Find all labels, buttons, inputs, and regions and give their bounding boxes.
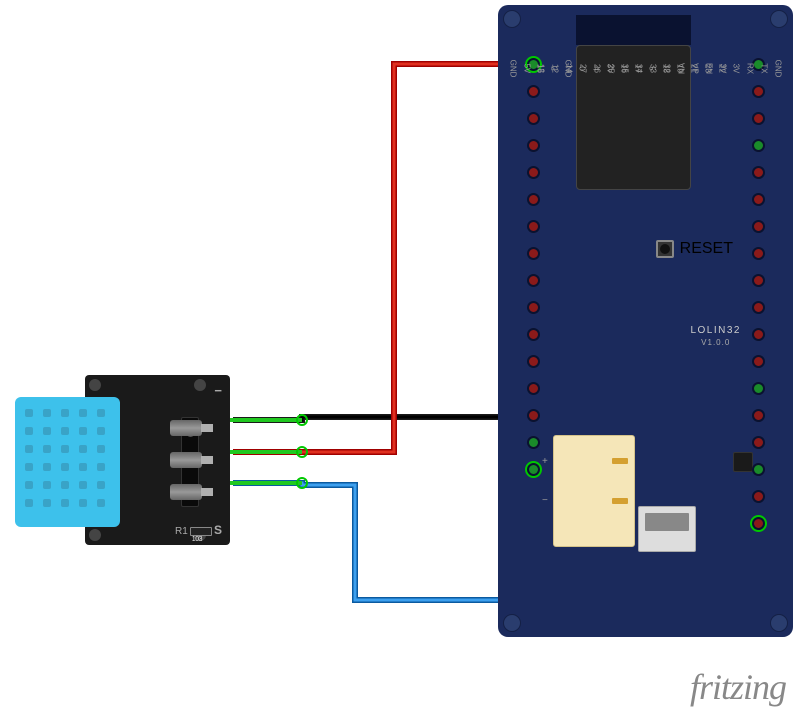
screw-icon xyxy=(503,614,521,632)
lolin-pin-12 xyxy=(527,382,540,395)
screw-icon xyxy=(770,614,788,632)
battery-connector: + − xyxy=(553,435,635,547)
board-branding: LOLIN32 V1.0.0 xyxy=(690,325,741,347)
reset-button: RESET xyxy=(656,240,733,258)
lolin32-board: RESET LOLIN32 V1.0.0 + − 3VENVPVN3233343… xyxy=(498,5,793,637)
battery-minus-label: − xyxy=(542,495,548,506)
dht-pin-minus xyxy=(170,415,215,441)
lolin-pin-26 xyxy=(527,301,540,314)
lolin-pin-32 xyxy=(527,166,540,179)
screw-icon xyxy=(194,379,206,391)
screw-icon xyxy=(89,529,101,541)
lolin-pin-16 xyxy=(752,355,765,368)
lolin-pin-label: 15 xyxy=(527,62,554,76)
lolin-pin-33 xyxy=(527,193,540,206)
dht-pin-label-minus: − xyxy=(214,383,222,398)
lolin-pin-gnd xyxy=(527,463,540,476)
attribution: fritzing xyxy=(690,666,786,708)
lolin-pin-3v xyxy=(752,382,765,395)
lolin-pin-5 xyxy=(752,301,765,314)
lolin-pin-18 xyxy=(752,274,765,287)
lolin-pin-3v xyxy=(752,139,765,152)
dht-sensor-module: − S R1 103 xyxy=(50,375,230,545)
dht-sensor-grid xyxy=(25,409,110,515)
lolin-pin-15 xyxy=(752,517,765,530)
battery-contact-minus xyxy=(612,498,628,504)
lolin-pin-13 xyxy=(527,409,540,422)
lolin-pin-22 xyxy=(752,166,765,179)
screw-icon xyxy=(503,10,521,28)
wire-black-gnd xyxy=(233,417,530,461)
dht-sensor-body xyxy=(15,397,120,527)
lolin-pin-17 xyxy=(752,328,765,341)
wiring-diagram: − S R1 103 xyxy=(0,0,804,714)
lolin-pin-25 xyxy=(527,274,540,287)
lolin-pin-label: GND xyxy=(500,62,527,76)
lolin-pin-14 xyxy=(527,355,540,368)
resistor-label: R1 xyxy=(175,526,188,537)
dht-resistor: R1 103 xyxy=(175,526,212,537)
lolin-pin-vp xyxy=(527,112,540,125)
lolin-pins-left xyxy=(522,58,544,490)
lolin-pin-rx xyxy=(752,112,765,125)
screw-icon xyxy=(770,10,788,28)
dht-pin-signal xyxy=(170,479,215,505)
resistor-value: 103 xyxy=(191,536,203,543)
lolin-pin-vn xyxy=(527,139,540,152)
reset-label: RESET xyxy=(680,240,733,258)
screw-icon xyxy=(89,379,101,391)
lolin-pin-19 xyxy=(752,247,765,260)
lolin-pins-right xyxy=(747,58,769,544)
lolin-pin-2 xyxy=(752,490,765,503)
dht-pin-vcc xyxy=(170,447,215,473)
lolin-pin-35 xyxy=(527,247,540,260)
battery-contact-plus xyxy=(612,458,628,464)
lolin-pin-en xyxy=(527,85,540,98)
lolin-pin-gnd xyxy=(752,463,765,476)
lolin-pin-tx xyxy=(752,85,765,98)
usb-port-icon xyxy=(638,506,696,552)
lolin-pin-0 xyxy=(752,436,765,449)
dht-pin-row xyxy=(170,415,215,515)
lolin-labels-right: GNDTXRX3V2223211918517163V40GND215 xyxy=(533,55,785,82)
lolin-pin-21 xyxy=(752,220,765,233)
lolin-pin-27 xyxy=(527,328,540,341)
dht-pin-label-signal: S xyxy=(214,523,222,537)
lolin-pin-4 xyxy=(752,409,765,422)
reset-button-icon xyxy=(656,240,674,258)
wire-red-3v xyxy=(233,64,530,452)
lolin-pin-34 xyxy=(527,220,540,233)
lolin-pin-5v xyxy=(527,436,540,449)
board-version: V1.0.0 xyxy=(690,338,741,347)
lolin-pin-23 xyxy=(752,193,765,206)
esp-antenna xyxy=(576,15,691,45)
board-name: LOLIN32 xyxy=(690,325,741,336)
